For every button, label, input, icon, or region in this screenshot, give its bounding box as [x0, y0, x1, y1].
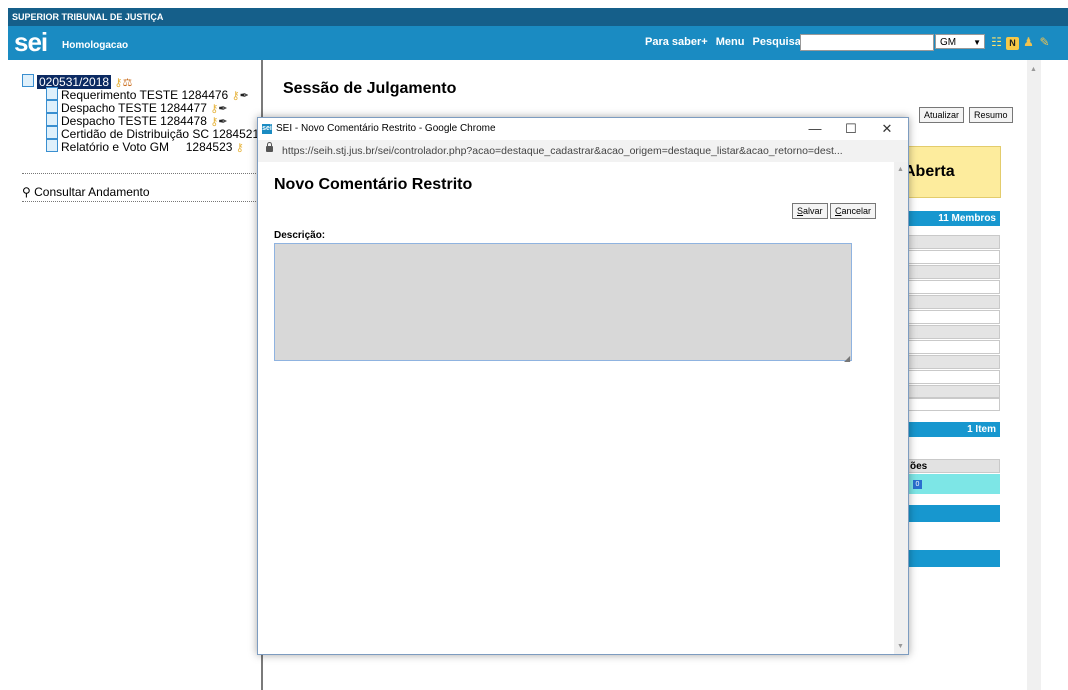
certificate-icon [46, 126, 58, 139]
cancel-label: ancelar [841, 206, 872, 216]
save-button[interactable]: Salvar [792, 203, 828, 219]
link-pesquisa[interactable]: Pesquisa [753, 36, 801, 48]
table-row [893, 280, 1000, 294]
page-title: Sessão de Julgamento [283, 80, 457, 97]
consult-label[interactable]: Consultar Andamento [34, 185, 149, 199]
popup-body: Novo Comentário Restrito Salvar Cancelar… [258, 162, 894, 654]
unit-value: GM [940, 37, 957, 48]
tree-row-doc[interactable]: Despacho TESTE 1284478 ⚷✒ [46, 113, 259, 128]
header-icons: ☷ N ♟ ✎ [990, 35, 1054, 50]
lock-icon [266, 142, 273, 152]
link-menu[interactable]: Menu [716, 36, 745, 48]
sei-favicon-icon: sei [262, 124, 272, 134]
description-textarea[interactable] [274, 243, 852, 361]
tree-pane: 020531/2018 ⚷⚖ Requerimento TESTE 128447… [8, 60, 263, 690]
popup-scrollbar[interactable]: ▲ ▼ [894, 162, 908, 654]
table-row[interactable]: 0 [893, 474, 1000, 494]
section-bar [893, 505, 1000, 522]
scroll-up-icon[interactable]: ▲ [1030, 66, 1037, 73]
table-row [893, 310, 1000, 324]
consult-andamento-link[interactable]: ⚲ Consultar Andamento [22, 185, 150, 199]
document-icon [46, 100, 58, 113]
key-icon: ⚷ [235, 142, 244, 154]
search-input[interactable] [800, 34, 934, 51]
page-scrollbar[interactable]: ▲ [1027, 60, 1041, 690]
org-topbar: SUPERIOR TRIBUNAL DE JUSTIÇA [8, 8, 1068, 26]
column-header: ões [893, 459, 1000, 473]
tree-row-doc[interactable]: Relatório e Voto GM 1284523 ⚷ [46, 139, 259, 154]
document-icon [46, 87, 58, 100]
description-label: Descrição: [274, 230, 326, 241]
save-label: alvar [803, 206, 823, 216]
chevron-down-icon: ▼ [973, 38, 981, 47]
maximize-icon[interactable]: ☐ [838, 118, 864, 140]
grid-icon[interactable]: ☷ [990, 35, 1003, 49]
table-row [893, 235, 1000, 249]
popup-heading: Novo Comentário Restrito [274, 176, 473, 193]
table-row [893, 397, 1000, 411]
doc-label[interactable]: Relatório e Voto GM 1284523 [61, 140, 232, 154]
divider [22, 201, 262, 202]
table-row [893, 355, 1000, 369]
close-icon[interactable]: ✕ [874, 118, 900, 140]
unit-select[interactable]: GM ▼ [935, 34, 985, 49]
process-tree: 020531/2018 ⚷⚖ Requerimento TESTE 128447… [22, 74, 259, 154]
app-header: sei Homologacao Para saber+ Menu Pesquis… [8, 26, 1068, 60]
atualizar-button[interactable]: Atualizar [919, 107, 965, 123]
table-row [893, 325, 1000, 339]
tree-row-doc[interactable]: Certidão de Distribuição SC 1284521 [46, 126, 259, 141]
tree-row-doc[interactable]: Despacho TESTE 1284477 ⚷✒ [46, 100, 259, 115]
table-row [893, 370, 1000, 384]
table-row [893, 265, 1000, 279]
window-titlebar[interactable]: sei SEI - Novo Comentário Restrito - Goo… [258, 118, 908, 140]
table-row [893, 340, 1000, 354]
divider [22, 173, 262, 174]
org-name: SUPERIOR TRIBUNAL DE JUSTIÇA [12, 12, 164, 22]
resumo-button[interactable]: Resumo [969, 107, 1013, 123]
tree-row-doc[interactable]: Requerimento TESTE 1284476 ⚷✒ [46, 87, 259, 102]
user-icon[interactable]: ♟ [1022, 35, 1035, 49]
popup-window: sei SEI - Novo Comentário Restrito - Goo… [257, 117, 909, 655]
document-icon [46, 113, 58, 126]
table-row [893, 250, 1000, 264]
status-box: Aberta [893, 146, 1001, 198]
environment-label: Homologacao [62, 40, 129, 51]
cancel-button[interactable]: Cancelar [830, 203, 877, 219]
url-bar[interactable]: https://seih.stj.jus.br/sei/controlador.… [258, 140, 908, 162]
section-bar [893, 550, 1000, 567]
scroll-up-icon[interactable]: ▲ [897, 166, 904, 173]
process-icon [22, 74, 34, 87]
tree-row-process: 020531/2018 ⚷⚖ [22, 74, 259, 89]
items-bar: 1 Item [893, 422, 1000, 437]
scroll-down-icon[interactable]: ▼ [897, 643, 904, 650]
url-text[interactable]: https://seih.stj.jus.br/sei/controlador.… [282, 140, 843, 162]
window-title: SEI - Novo Comentário Restrito - Google … [276, 123, 496, 134]
count-badge: 0 [913, 480, 922, 489]
search-icon: ⚲ [22, 185, 31, 199]
resize-grip-icon[interactable]: ◢ [844, 354, 850, 363]
table-row [893, 295, 1000, 309]
document-icon [46, 139, 58, 152]
members-bar: 11 Membros [893, 211, 1000, 226]
minimize-icon[interactable]: — [802, 118, 828, 140]
link-para-saber[interactable]: Para saber+ [645, 36, 708, 48]
n-icon[interactable]: N [1006, 37, 1019, 50]
header-links: Para saber+ Menu Pesquisa [645, 36, 806, 48]
sei-logo[interactable]: sei [14, 28, 48, 56]
wrench-icon[interactable]: ✎ [1038, 35, 1051, 49]
